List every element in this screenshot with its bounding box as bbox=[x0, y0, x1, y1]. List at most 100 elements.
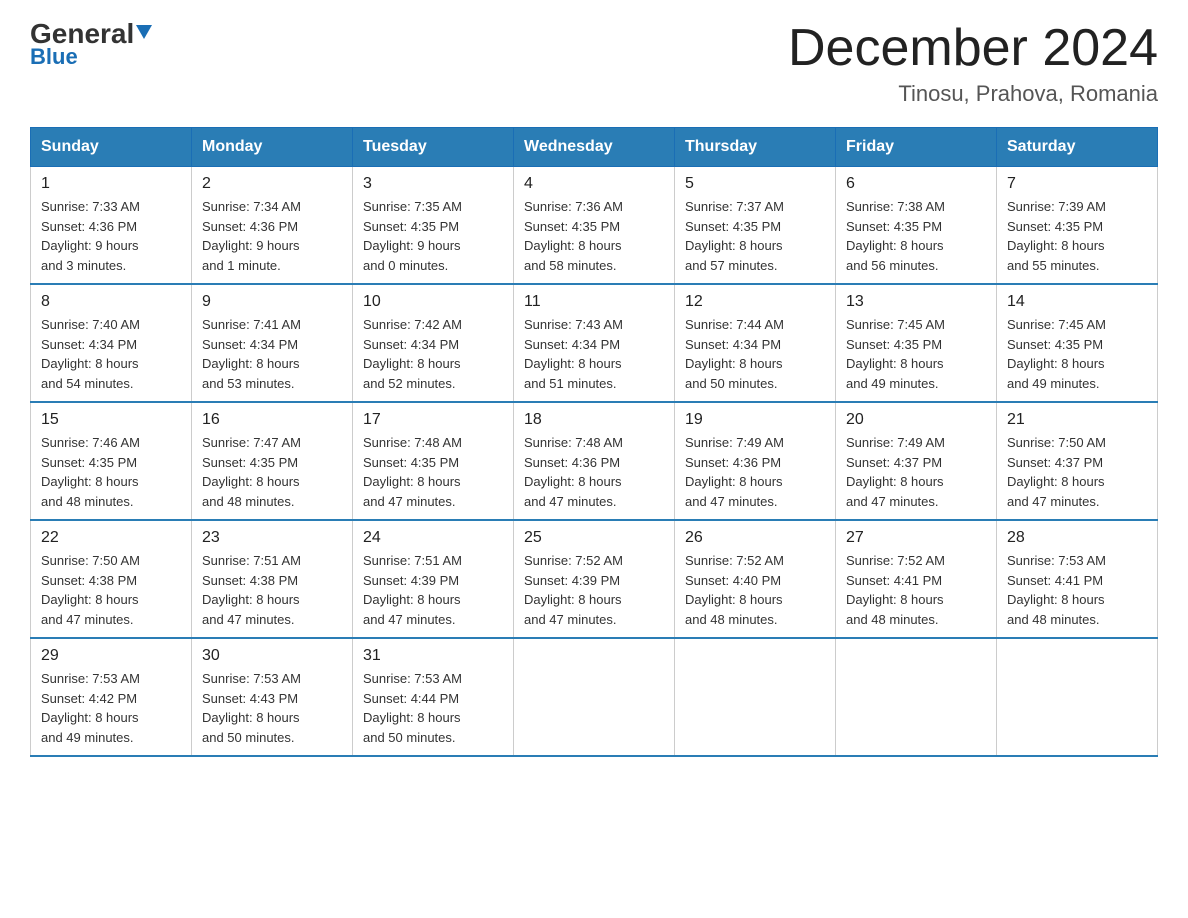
calendar-cell: 5 Sunrise: 7:37 AMSunset: 4:35 PMDaylight… bbox=[675, 167, 836, 285]
calendar-header-row: SundayMondayTuesdayWednesdayThursdayFrid… bbox=[31, 128, 1158, 167]
calendar-cell: 21 Sunrise: 7:50 AMSunset: 4:37 PMDayligh… bbox=[997, 402, 1158, 520]
day-info: Sunrise: 7:53 AMSunset: 4:43 PMDaylight:… bbox=[202, 669, 342, 747]
calendar-cell bbox=[514, 638, 675, 756]
day-number: 17 bbox=[363, 411, 503, 429]
day-number: 21 bbox=[1007, 411, 1147, 429]
calendar-cell: 16 Sunrise: 7:47 AMSunset: 4:35 PMDayligh… bbox=[192, 402, 353, 520]
calendar-cell: 10Sunrise: 7:42 AMSunset: 4:34 PMDayligh… bbox=[353, 284, 514, 402]
title-section: December 2024 Tinosu, Prahova, Romania bbox=[788, 20, 1158, 107]
day-number: 22 bbox=[41, 529, 181, 547]
day-number: 12 bbox=[685, 293, 825, 311]
day-number: 14 bbox=[1007, 293, 1147, 311]
day-number: 19 bbox=[685, 411, 825, 429]
day-of-week-header: Tuesday bbox=[353, 128, 514, 167]
day-info: Sunrise: 7:33 AMSunset: 4:36 PMDaylight:… bbox=[41, 197, 181, 275]
day-info: Sunrise: 7:53 AMSunset: 4:42 PMDaylight:… bbox=[41, 669, 181, 747]
day-info: Sunrise: 7:51 AMSunset: 4:38 PMDaylight:… bbox=[202, 551, 342, 629]
calendar-cell: 8 Sunrise: 7:40 AMSunset: 4:34 PMDaylight… bbox=[31, 284, 192, 402]
day-number: 1 bbox=[41, 175, 181, 193]
calendar-cell: 28 Sunrise: 7:53 AMSunset: 4:41 PMDayligh… bbox=[997, 520, 1158, 638]
day-info: Sunrise: 7:49 AMSunset: 4:36 PMDaylight:… bbox=[685, 433, 825, 511]
day-info: Sunrise: 7:45 AMSunset: 4:35 PMDaylight:… bbox=[1007, 315, 1147, 393]
calendar-cell: 13 Sunrise: 7:45 AMSunset: 4:35 PMDayligh… bbox=[836, 284, 997, 402]
logo: General Blue bbox=[30, 20, 152, 70]
day-number: 9 bbox=[202, 293, 342, 311]
day-info: Sunrise: 7:47 AMSunset: 4:35 PMDaylight:… bbox=[202, 433, 342, 511]
calendar-cell: 7 Sunrise: 7:39 AMSunset: 4:35 PMDaylight… bbox=[997, 167, 1158, 285]
day-number: 30 bbox=[202, 647, 342, 665]
day-number: 27 bbox=[846, 529, 986, 547]
day-info: Sunrise: 7:49 AMSunset: 4:37 PMDaylight:… bbox=[846, 433, 986, 511]
calendar-cell: 18Sunrise: 7:48 AMSunset: 4:36 PMDayligh… bbox=[514, 402, 675, 520]
day-number: 6 bbox=[846, 175, 986, 193]
calendar-cell bbox=[836, 638, 997, 756]
calendar-week-row: 1 Sunrise: 7:33 AMSunset: 4:36 PMDaylight… bbox=[31, 167, 1158, 285]
day-info: Sunrise: 7:43 AMSunset: 4:34 PMDaylight:… bbox=[524, 315, 664, 393]
day-of-week-header: Saturday bbox=[997, 128, 1158, 167]
calendar-cell bbox=[997, 638, 1158, 756]
day-number: 16 bbox=[202, 411, 342, 429]
day-number: 23 bbox=[202, 529, 342, 547]
day-info: Sunrise: 7:48 AMSunset: 4:36 PMDaylight:… bbox=[524, 433, 664, 511]
day-number: 2 bbox=[202, 175, 342, 193]
day-number: 7 bbox=[1007, 175, 1147, 193]
calendar-cell: 14 Sunrise: 7:45 AMSunset: 4:35 PMDayligh… bbox=[997, 284, 1158, 402]
day-number: 8 bbox=[41, 293, 181, 311]
day-info: Sunrise: 7:50 AMSunset: 4:37 PMDaylight:… bbox=[1007, 433, 1147, 511]
day-number: 28 bbox=[1007, 529, 1147, 547]
day-info: Sunrise: 7:42 AMSunset: 4:34 PMDaylight:… bbox=[363, 315, 503, 393]
calendar-cell: 19 Sunrise: 7:49 AMSunset: 4:36 PMDayligh… bbox=[675, 402, 836, 520]
day-of-week-header: Friday bbox=[836, 128, 997, 167]
calendar-cell: 11 Sunrise: 7:43 AMSunset: 4:34 PMDayligh… bbox=[514, 284, 675, 402]
calendar-cell: 24Sunrise: 7:51 AMSunset: 4:39 PMDayligh… bbox=[353, 520, 514, 638]
calendar-cell: 1 Sunrise: 7:33 AMSunset: 4:36 PMDaylight… bbox=[31, 167, 192, 285]
day-info: Sunrise: 7:38 AMSunset: 4:35 PMDaylight:… bbox=[846, 197, 986, 275]
calendar-cell: 27Sunrise: 7:52 AMSunset: 4:41 PMDayligh… bbox=[836, 520, 997, 638]
day-info: Sunrise: 7:39 AMSunset: 4:35 PMDaylight:… bbox=[1007, 197, 1147, 275]
calendar-cell: 25Sunrise: 7:52 AMSunset: 4:39 PMDayligh… bbox=[514, 520, 675, 638]
day-info: Sunrise: 7:50 AMSunset: 4:38 PMDaylight:… bbox=[41, 551, 181, 629]
day-number: 3 bbox=[363, 175, 503, 193]
calendar-cell: 26 Sunrise: 7:52 AMSunset: 4:40 PMDayligh… bbox=[675, 520, 836, 638]
calendar-cell: 22 Sunrise: 7:50 AMSunset: 4:38 PMDayligh… bbox=[31, 520, 192, 638]
calendar-cell: 15Sunrise: 7:46 AMSunset: 4:35 PMDayligh… bbox=[31, 402, 192, 520]
calendar-cell: 17Sunrise: 7:48 AMSunset: 4:35 PMDayligh… bbox=[353, 402, 514, 520]
calendar-cell: 9Sunrise: 7:41 AMSunset: 4:34 PMDaylight… bbox=[192, 284, 353, 402]
day-info: Sunrise: 7:45 AMSunset: 4:35 PMDaylight:… bbox=[846, 315, 986, 393]
calendar-cell: 31Sunrise: 7:53 AMSunset: 4:44 PMDayligh… bbox=[353, 638, 514, 756]
calendar-cell: 2 Sunrise: 7:34 AMSunset: 4:36 PMDaylight… bbox=[192, 167, 353, 285]
month-title: December 2024 bbox=[788, 20, 1158, 77]
day-number: 25 bbox=[524, 529, 664, 547]
calendar-table: SundayMondayTuesdayWednesdayThursdayFrid… bbox=[30, 127, 1158, 757]
calendar-cell: 30 Sunrise: 7:53 AMSunset: 4:43 PMDayligh… bbox=[192, 638, 353, 756]
day-number: 13 bbox=[846, 293, 986, 311]
calendar-cell: 4Sunrise: 7:36 AMSunset: 4:35 PMDaylight… bbox=[514, 167, 675, 285]
logo-blue: Blue bbox=[30, 44, 78, 70]
calendar-week-row: 15Sunrise: 7:46 AMSunset: 4:35 PMDayligh… bbox=[31, 402, 1158, 520]
calendar-cell bbox=[675, 638, 836, 756]
day-number: 29 bbox=[41, 647, 181, 665]
day-of-week-header: Wednesday bbox=[514, 128, 675, 167]
day-number: 11 bbox=[524, 293, 664, 311]
day-of-week-header: Monday bbox=[192, 128, 353, 167]
calendar-cell: 12 Sunrise: 7:44 AMSunset: 4:34 PMDayligh… bbox=[675, 284, 836, 402]
page-header: General Blue December 2024 Tinosu, Praho… bbox=[30, 20, 1158, 107]
day-info: Sunrise: 7:51 AMSunset: 4:39 PMDaylight:… bbox=[363, 551, 503, 629]
calendar-week-row: 22 Sunrise: 7:50 AMSunset: 4:38 PMDayligh… bbox=[31, 520, 1158, 638]
calendar-week-row: 8 Sunrise: 7:40 AMSunset: 4:34 PMDaylight… bbox=[31, 284, 1158, 402]
calendar-cell: 6 Sunrise: 7:38 AMSunset: 4:35 PMDaylight… bbox=[836, 167, 997, 285]
day-number: 31 bbox=[363, 647, 503, 665]
day-number: 5 bbox=[685, 175, 825, 193]
day-info: Sunrise: 7:40 AMSunset: 4:34 PMDaylight:… bbox=[41, 315, 181, 393]
day-info: Sunrise: 7:52 AMSunset: 4:40 PMDaylight:… bbox=[685, 551, 825, 629]
day-info: Sunrise: 7:44 AMSunset: 4:34 PMDaylight:… bbox=[685, 315, 825, 393]
logo-triangle-icon bbox=[136, 25, 152, 39]
day-info: Sunrise: 7:53 AMSunset: 4:41 PMDaylight:… bbox=[1007, 551, 1147, 629]
day-number: 20 bbox=[846, 411, 986, 429]
day-number: 26 bbox=[685, 529, 825, 547]
calendar-cell: 29 Sunrise: 7:53 AMSunset: 4:42 PMDayligh… bbox=[31, 638, 192, 756]
day-info: Sunrise: 7:34 AMSunset: 4:36 PMDaylight:… bbox=[202, 197, 342, 275]
day-of-week-header: Thursday bbox=[675, 128, 836, 167]
day-number: 15 bbox=[41, 411, 181, 429]
day-info: Sunrise: 7:37 AMSunset: 4:35 PMDaylight:… bbox=[685, 197, 825, 275]
